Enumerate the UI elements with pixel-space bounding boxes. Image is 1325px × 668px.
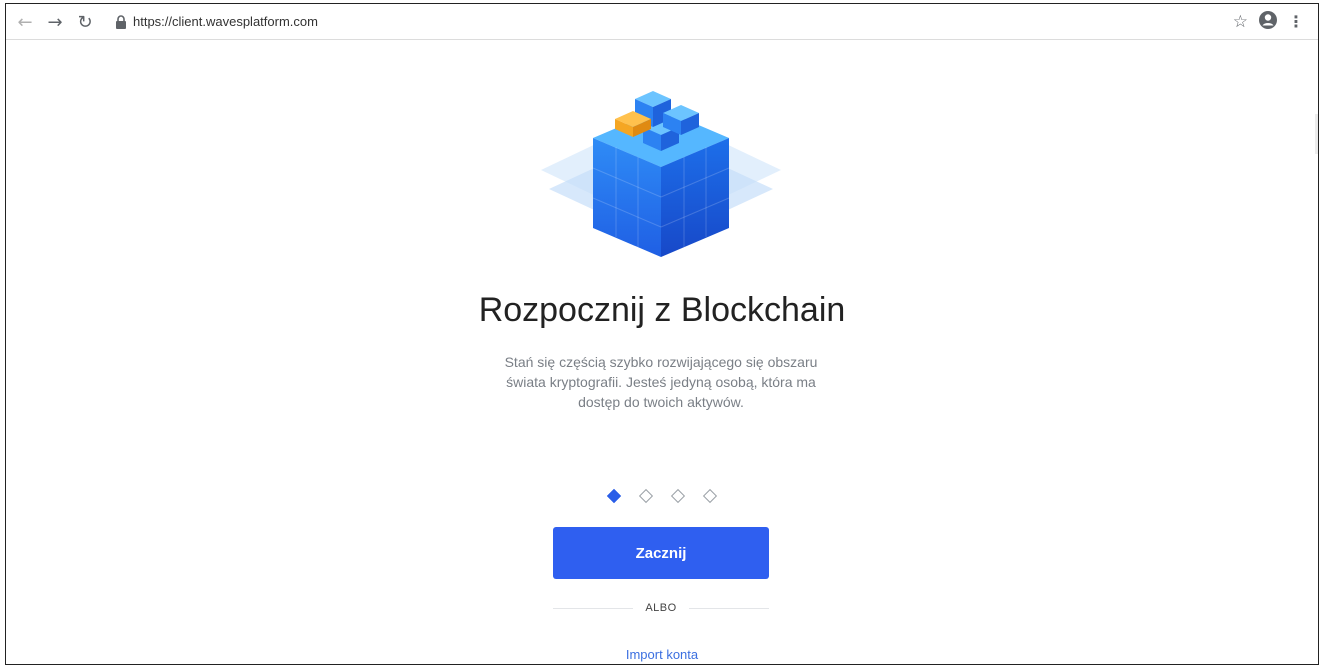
- or-divider: ALBO: [553, 600, 770, 616]
- reload-icon[interactable]: ↻: [74, 11, 96, 33]
- back-arrow-icon[interactable]: ←: [14, 11, 36, 33]
- scrollbar[interactable]: [1315, 114, 1318, 154]
- import-account-link[interactable]: Import konta: [6, 647, 1318, 662]
- start-button[interactable]: Zacznij: [553, 527, 769, 579]
- page-description: Stań się częścią szybko rozwijającego si…: [504, 354, 818, 410]
- carousel-indicator: [6, 488, 1318, 504]
- or-text: ALBO: [645, 602, 677, 614]
- carousel-dot-4[interactable]: [702, 488, 718, 504]
- blockchain-cube-illustration: [541, 91, 781, 257]
- lock-icon: [116, 15, 126, 29]
- browser-window: ← → ↻ https://client.wavesplatform.com ☆…: [5, 3, 1319, 665]
- divider-line-right: [688, 607, 770, 609]
- page-title: Rozpocznij z Blockchain: [478, 291, 846, 329]
- profile-icon[interactable]: [1258, 10, 1278, 30]
- address-bar-url[interactable]: https://client.wavesplatform.com: [133, 14, 318, 29]
- carousel-dot-2[interactable]: [638, 488, 654, 504]
- welcome-screen: Rozpocznij z Blockchain Stań się częścią…: [6, 40, 1318, 664]
- browser-toolbar: ← → ↻ https://client.wavesplatform.com ☆…: [6, 4, 1318, 40]
- carousel-dot-1[interactable]: [606, 488, 622, 504]
- forward-arrow-icon[interactable]: →: [44, 11, 66, 33]
- divider-line-left: [553, 607, 634, 609]
- star-icon[interactable]: ☆: [1233, 12, 1248, 32]
- carousel-dot-3[interactable]: [670, 488, 686, 504]
- menu-icon[interactable]: ⋮: [1288, 12, 1304, 31]
